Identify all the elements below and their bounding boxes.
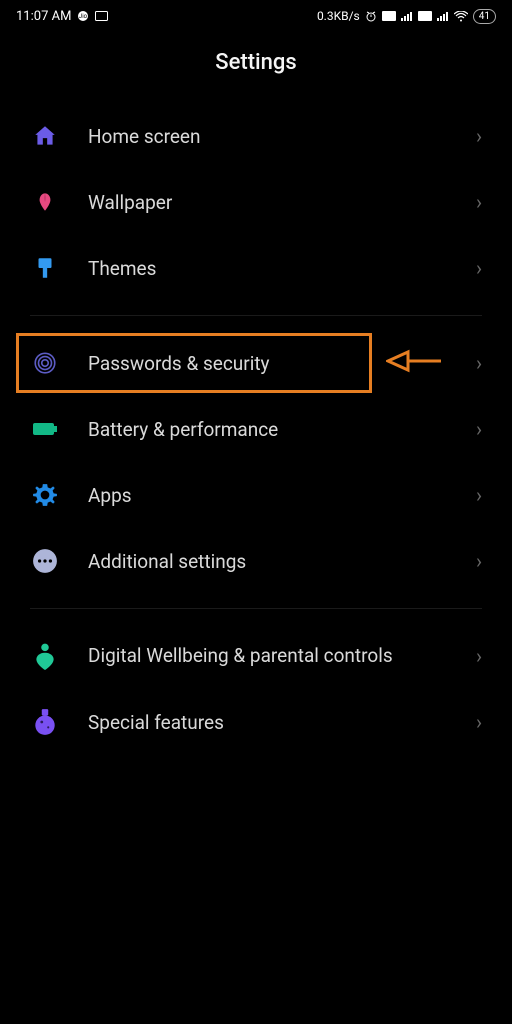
item-label: Special features [88, 711, 476, 734]
battery-indicator: 41 [473, 9, 496, 24]
chevron-right-icon: › [476, 190, 482, 214]
brush-icon [30, 253, 60, 283]
volte-icon-2 [418, 11, 432, 21]
alarm-icon [365, 10, 377, 22]
battery-icon [30, 414, 60, 444]
signal-icon-2 [437, 11, 449, 21]
fingerprint-icon [30, 348, 60, 378]
item-label: Additional settings [88, 550, 476, 573]
status-bar: 11:07 AM Jio 0.3KB/s 41 [0, 0, 512, 32]
chevron-right-icon: › [476, 256, 482, 280]
flower-icon [30, 187, 60, 217]
status-time: 11:07 AM [16, 9, 71, 24]
item-label: Apps [88, 484, 476, 507]
chevron-right-icon: › [476, 417, 482, 441]
settings-item-themes[interactable]: Themes › [0, 235, 512, 301]
volte-icon-1 [382, 11, 396, 21]
item-label: Home screen [88, 125, 476, 148]
item-label: Passwords & security [88, 352, 476, 375]
signal-icon-1 [401, 11, 413, 21]
chevron-right-icon: › [476, 549, 482, 573]
home-icon [30, 121, 60, 151]
chevron-right-icon: › [476, 124, 482, 148]
jio-icon: Jio [77, 10, 89, 22]
item-label: Battery & performance [88, 418, 476, 441]
settings-item-battery-performance[interactable]: Battery & performance › [0, 396, 512, 462]
chevron-right-icon: › [476, 644, 482, 668]
divider [30, 315, 482, 316]
settings-item-wallpaper[interactable]: Wallpaper › [0, 169, 512, 235]
status-data-speed: 0.3KB/s [317, 9, 360, 23]
potion-icon [30, 707, 60, 737]
gear-icon [30, 480, 60, 510]
settings-list: Home screen › Wallpaper › Themes › Passw… [0, 103, 512, 755]
svg-text:Jio: Jio [79, 13, 88, 20]
wifi-icon [454, 11, 468, 22]
chevron-right-icon: › [476, 710, 482, 734]
settings-item-passwords-security[interactable]: Passwords & security › [0, 330, 512, 396]
settings-item-special-features[interactable]: Special features › [0, 689, 512, 755]
divider [30, 608, 482, 609]
cast-icon [95, 11, 108, 22]
settings-item-digital-wellbeing[interactable]: Digital Wellbeing & parental controls › [0, 623, 512, 689]
settings-item-additional-settings[interactable]: Additional settings › [0, 528, 512, 594]
wellbeing-icon [30, 641, 60, 671]
item-label: Wallpaper [88, 191, 476, 214]
page-title: Settings [0, 32, 512, 103]
settings-item-apps[interactable]: Apps › [0, 462, 512, 528]
settings-item-home-screen[interactable]: Home screen › [0, 103, 512, 169]
chevron-right-icon: › [476, 351, 482, 375]
chevron-right-icon: › [476, 483, 482, 507]
more-icon [30, 546, 60, 576]
item-label: Themes [88, 257, 476, 280]
item-label: Digital Wellbeing & parental controls [88, 644, 476, 668]
